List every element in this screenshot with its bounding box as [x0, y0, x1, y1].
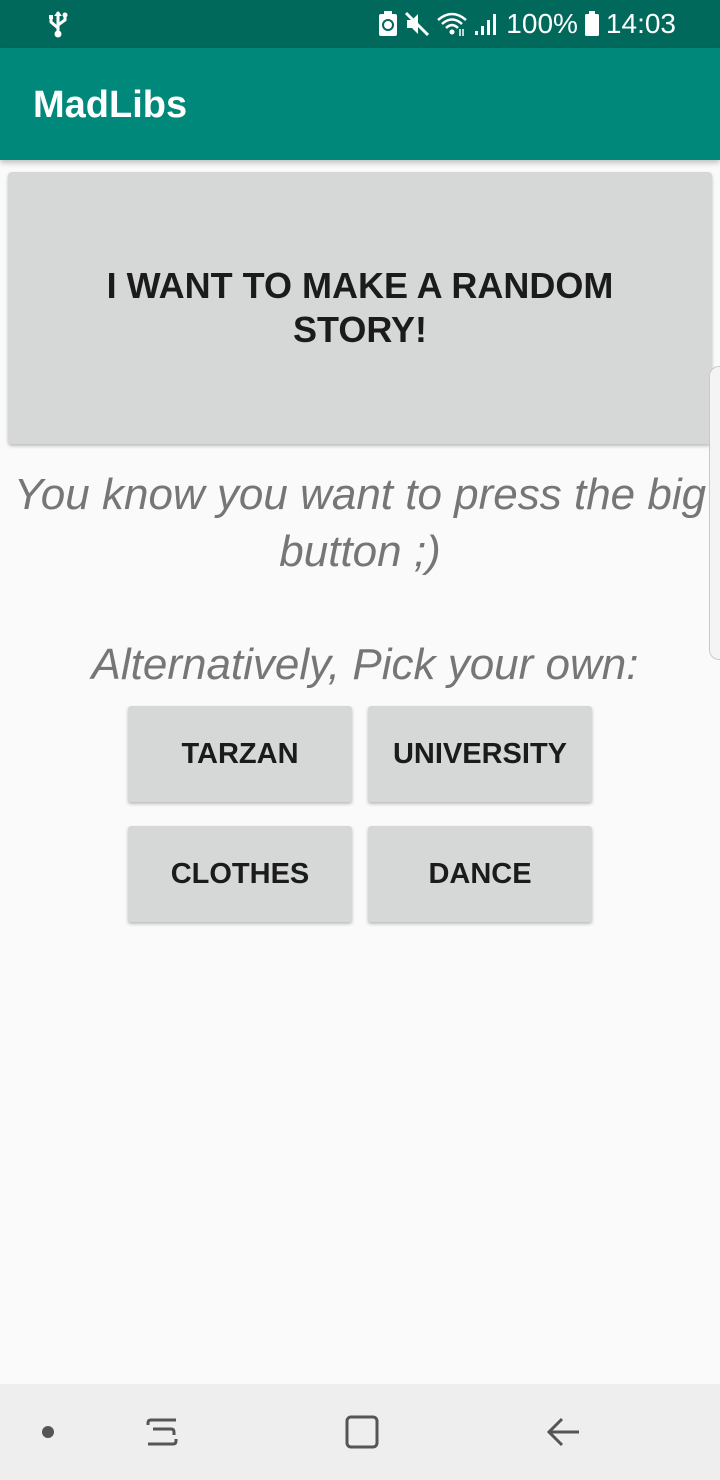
- story-button-clothes[interactable]: CLOTHES: [128, 826, 352, 922]
- story-button-tarzan[interactable]: TARZAN: [128, 706, 352, 802]
- wifi-icon: [436, 11, 468, 37]
- status-bar: 100% 14:03: [0, 0, 720, 48]
- usb-icon: [44, 10, 72, 38]
- recent-apps-icon[interactable]: [132, 1384, 192, 1480]
- app-bar: MadLibs: [0, 48, 720, 160]
- tagline-text: You know you want to press the big butto…: [13, 470, 707, 576]
- mute-icon: [404, 11, 430, 37]
- status-indicators: 100% 14:03: [378, 0, 676, 48]
- navigation-bar: [0, 1384, 720, 1480]
- signal-icon: [474, 11, 500, 37]
- story-button-dance[interactable]: DANCE: [368, 826, 592, 922]
- battery-percent: 100%: [506, 8, 578, 39]
- home-icon[interactable]: [332, 1384, 392, 1480]
- battery-icon: [584, 11, 600, 37]
- story-button-university[interactable]: UNIVERSITY: [368, 706, 592, 802]
- random-story-button[interactable]: I WANT TO MAKE A RANDOM STORY!: [8, 172, 712, 444]
- clock: 14:03: [605, 8, 676, 39]
- back-icon[interactable]: [534, 1384, 594, 1480]
- dot-icon: [28, 1384, 68, 1480]
- battery-saver-icon: [378, 11, 398, 37]
- alternative-heading: Alternatively, Pick your own:: [91, 640, 639, 689]
- app-title: MadLibs: [33, 84, 188, 126]
